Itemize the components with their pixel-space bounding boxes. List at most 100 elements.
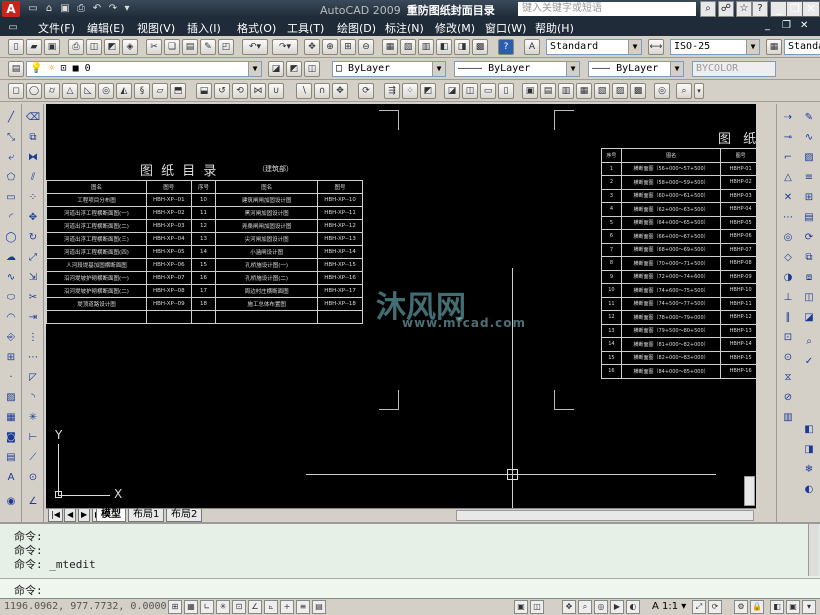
zoom-status-icon[interactable]: ⌕ bbox=[578, 600, 592, 614]
save-file-icon[interactable]: ▣ bbox=[44, 39, 60, 55]
doc-close-button[interactable]: ✕ bbox=[800, 20, 808, 31]
block-attribute-manager-icon[interactable]: ▤ bbox=[801, 210, 817, 226]
bring-above-icon[interactable]: ◫ bbox=[801, 290, 817, 306]
tab-model[interactable]: 模型 bbox=[96, 509, 126, 522]
doc-menu-icon[interactable]: ▭ bbox=[6, 21, 20, 34]
snap-mode-icon[interactable]: ⊞ bbox=[168, 600, 182, 614]
menu-view[interactable]: 视图(V) bbox=[137, 20, 175, 36]
doc-minimize-button[interactable]: _ bbox=[765, 20, 770, 31]
command-scrollbar[interactable] bbox=[808, 524, 819, 576]
fillet-icon[interactable]: ◝ bbox=[25, 390, 41, 406]
layer-previous-icon[interactable]: ◩ bbox=[286, 61, 302, 77]
polar-tracking-icon[interactable]: ✳ bbox=[216, 600, 230, 614]
layer-manager-icon[interactable]: ▤ bbox=[8, 61, 24, 77]
ellipse-icon[interactable]: ⬭ bbox=[3, 290, 19, 306]
paste-icon[interactable]: ▤ bbox=[182, 39, 198, 55]
mirror-icon[interactable]: ⧓ bbox=[25, 150, 41, 166]
layer-off-icon[interactable]: ◐ bbox=[801, 482, 817, 498]
layout-space-icon[interactable]: ◫ bbox=[530, 600, 544, 614]
circle-icon[interactable]: ◯ bbox=[3, 230, 19, 246]
menu-modify[interactable]: 修改(M) bbox=[435, 20, 475, 36]
explode-icon[interactable]: ✳ bbox=[25, 410, 41, 426]
snap-midpoint-icon[interactable]: △ bbox=[780, 170, 796, 186]
find-icon[interactable]: ⌕ bbox=[676, 83, 692, 99]
cylinder-icon[interactable]: ⌭ bbox=[44, 83, 60, 99]
break-icon[interactable]: ⋮ bbox=[25, 330, 41, 346]
snap-from-icon[interactable]: ⊸ bbox=[780, 130, 796, 146]
status-tray-icon[interactable]: ◧ bbox=[770, 600, 784, 614]
planar-surface-icon[interactable]: ▱ bbox=[152, 83, 168, 99]
edit-polyline-icon[interactable]: ✎ bbox=[801, 110, 817, 126]
3d-array-icon[interactable]: ⁘ bbox=[402, 83, 418, 99]
point-icon[interactable]: · bbox=[3, 370, 19, 386]
layer-isolate-icon[interactable]: ◧ bbox=[801, 422, 817, 438]
layer-select[interactable]: 💡 ☼ ⊡ ■ 0 ▼ bbox=[26, 61, 262, 77]
pan-status-icon[interactable]: ✥ bbox=[562, 600, 576, 614]
object-snap-icon[interactable]: ⊡ bbox=[232, 600, 246, 614]
edit-spline-icon[interactable]: ∿ bbox=[801, 130, 817, 146]
chamfer-icon[interactable]: ◸ bbox=[25, 370, 41, 386]
block-editor-icon[interactable]: ◰ bbox=[218, 39, 234, 55]
layer-unisolate-icon[interactable]: ◨ bbox=[801, 442, 817, 458]
extract-edges-icon[interactable]: ▯ bbox=[498, 83, 514, 99]
steering-wheel-icon[interactable]: ◎ bbox=[594, 600, 608, 614]
pyramid-icon[interactable]: ◭ bbox=[116, 83, 132, 99]
dynamic-input-icon[interactable]: + bbox=[280, 600, 294, 614]
undo-icon[interactable]: ↶ bbox=[90, 2, 104, 15]
snap-settings-icon[interactable]: ▥ bbox=[780, 410, 796, 426]
interfere-icon[interactable]: ◪ bbox=[444, 83, 460, 99]
command-input[interactable]: 命令: bbox=[0, 578, 820, 598]
copy-object-icon[interactable]: ⧉ bbox=[25, 130, 41, 146]
print-icon[interactable]: ⎙ bbox=[68, 39, 84, 55]
revision-cloud-icon[interactable]: ☁ bbox=[3, 250, 19, 266]
search-icon[interactable]: ⌕ bbox=[700, 1, 716, 17]
menu-help[interactable]: 帮助(H) bbox=[535, 20, 574, 36]
sheet-set-icon[interactable]: ◧ bbox=[436, 39, 452, 55]
3d-align-icon[interactable]: ⇶ bbox=[384, 83, 400, 99]
dim-angular-icon[interactable]: ∠ bbox=[25, 494, 41, 510]
snap-parallel-icon[interactable]: ∥ bbox=[780, 310, 796, 326]
favorites-icon[interactable]: ☆ bbox=[736, 1, 752, 17]
array-icon[interactable]: ⁘ bbox=[25, 190, 41, 206]
redo-button[interactable]: ↷▾ bbox=[272, 39, 298, 55]
rectangle-icon[interactable]: ▭ bbox=[3, 190, 19, 206]
table-style-select[interactable]: Standard bbox=[784, 39, 820, 55]
help-icon[interactable]: ? bbox=[752, 1, 768, 17]
hatch-icon[interactable]: ▨ bbox=[3, 390, 19, 406]
make-current-layer-icon[interactable]: ◪ bbox=[268, 61, 284, 77]
menu-insert[interactable]: 插入(I) bbox=[187, 20, 221, 36]
redo-icon[interactable]: ↷ bbox=[106, 2, 120, 15]
arc-icon[interactable]: ◜ bbox=[3, 210, 19, 226]
union-icon[interactable]: ∪ bbox=[268, 83, 284, 99]
polyline-icon[interactable]: ⤶ bbox=[3, 150, 19, 166]
join-icon[interactable]: ⋯ bbox=[25, 350, 41, 366]
snap-nearest-icon[interactable]: ⧖ bbox=[780, 370, 796, 386]
publish-icon[interactable]: ◩ bbox=[104, 39, 120, 55]
revolve-icon[interactable]: ⟲ bbox=[232, 83, 248, 99]
subtract-icon[interactable]: ∖ bbox=[296, 83, 312, 99]
copy-edges-icon[interactable]: ▥ bbox=[558, 83, 574, 99]
dim-aligned-icon[interactable]: ⟋ bbox=[25, 450, 41, 466]
coordinate-readout[interactable]: 1196.0962, 977.7732, 0.0000 bbox=[4, 601, 167, 612]
workspace-switch-icon[interactable]: ⚙ bbox=[734, 600, 748, 614]
snap-insert-icon[interactable]: ⊡ bbox=[780, 330, 796, 346]
region-icon[interactable]: ◙ bbox=[3, 430, 19, 446]
ortho-mode-icon[interactable]: ∟ bbox=[200, 600, 214, 614]
pan-icon[interactable]: ✥ bbox=[304, 39, 320, 55]
layer-states-icon[interactable]: ◫ bbox=[304, 61, 320, 77]
tab-layout2[interactable]: 布局2 bbox=[166, 509, 203, 522]
menu-file[interactable]: 文件(F) bbox=[38, 20, 75, 36]
text-style-icon[interactable]: A bbox=[524, 39, 540, 55]
menu-dimension[interactable]: 标注(N) bbox=[385, 20, 424, 36]
ellipse-arc-icon[interactable]: ◠ bbox=[3, 310, 19, 326]
erase-icon[interactable]: ⌫ bbox=[25, 110, 41, 126]
help-button-icon[interactable]: ? bbox=[498, 39, 514, 55]
3d-move-icon[interactable]: ✥ bbox=[332, 83, 348, 99]
layer-freeze-icon[interactable]: ❄ bbox=[801, 462, 817, 478]
multiline-text-icon[interactable]: A bbox=[3, 470, 19, 486]
menu-edit[interactable]: 编辑(E) bbox=[87, 20, 125, 36]
3d-dwf-icon[interactable]: ◈ bbox=[122, 39, 138, 55]
slice-icon[interactable]: ◩ bbox=[420, 83, 436, 99]
sweep-icon[interactable]: ↺ bbox=[214, 83, 230, 99]
snap-endpoint-icon[interactable]: ⌐ bbox=[780, 150, 796, 166]
